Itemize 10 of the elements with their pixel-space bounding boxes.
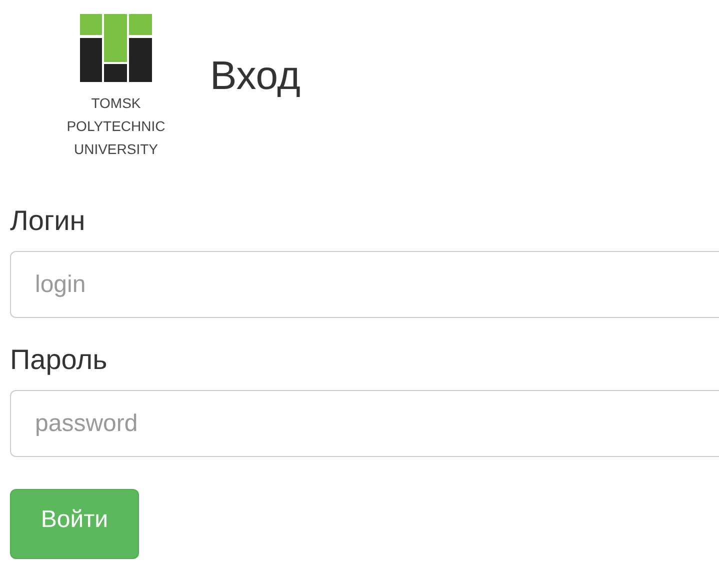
input-field[interactable]: password [10, 390, 719, 457]
field-label: Логин [10, 205, 86, 237]
logo-text: POLYTECHNIC [66, 117, 166, 136]
input-field[interactable]: login [10, 251, 719, 318]
logo-text: TOMSK [91, 94, 141, 113]
field-label: Пароль [10, 344, 108, 376]
logo-icon [80, 14, 152, 82]
login-button[interactable]: Войти [10, 489, 139, 559]
logo-text: UNIVERSITY [74, 140, 158, 159]
page-title: Вход [210, 54, 300, 99]
